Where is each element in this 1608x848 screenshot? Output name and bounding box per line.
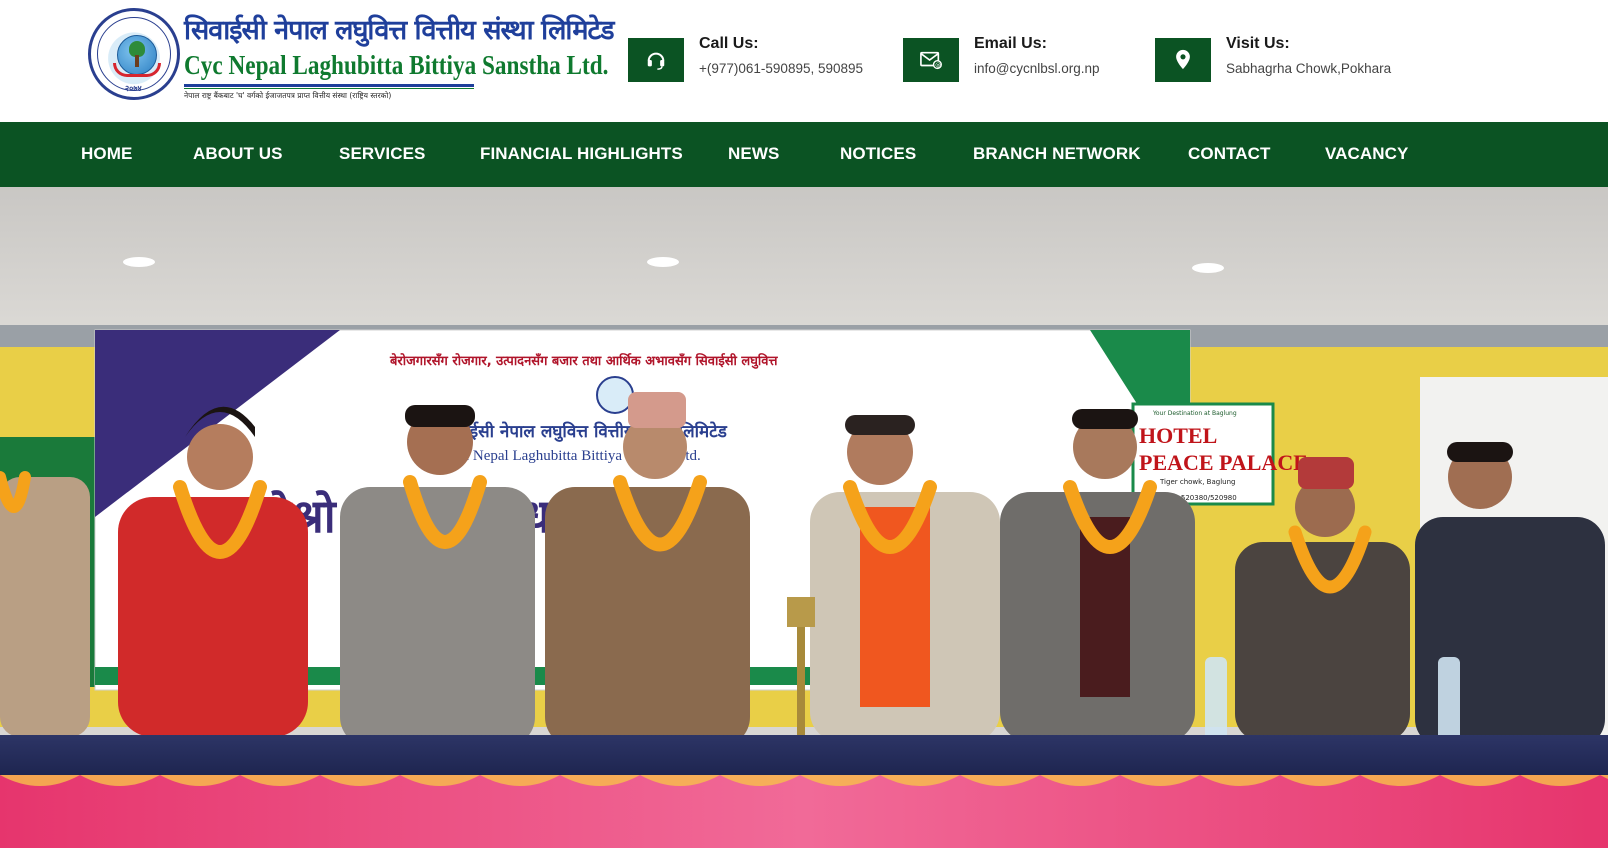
- nav-financial-highlights[interactable]: FINANCIAL HIGHLIGHTS: [480, 144, 683, 164]
- nav-branch-network[interactable]: BRANCH NETWORK: [973, 144, 1141, 164]
- hotel-sign-location: Tiger chowk, Baglung: [1159, 478, 1235, 486]
- banner-slogan: बेरोजगारसँग रोजगार, उत्पादनसँग बजार तथा …: [389, 353, 778, 369]
- logo-emblem-year: २०७४: [125, 84, 142, 93]
- location-pin-icon: [1155, 38, 1211, 82]
- contact-visit: Visit Us: Sabhagrha Chowk,Pokhara: [1155, 35, 1415, 82]
- nav-vacancy[interactable]: VACANCY: [1325, 144, 1409, 164]
- contact-email-title: Email Us:: [974, 35, 1047, 52]
- contact-visit-title: Visit Us:: [1226, 35, 1290, 52]
- envelope-icon: @: [903, 38, 959, 82]
- logo-name-english: Cyc Nepal Laghubitta Bittiya Sanstha Ltd…: [184, 50, 609, 80]
- hero-slider-image[interactable]: बेरोजगारसँग रोजगार, उत्पादनसँग बजार तथा …: [0, 187, 1608, 848]
- contact-call-title: Call Us:: [699, 35, 759, 52]
- hero-photo-illustration: बेरोजगारसँग रोजगार, उत्पादनसँग बजार तथा …: [0, 187, 1608, 848]
- nav-services[interactable]: SERVICES: [339, 144, 425, 164]
- nav-contact[interactable]: CONTACT: [1188, 144, 1271, 164]
- site-logo[interactable]: २०७४ सिवाईसी नेपाल लघुवित्त वित्तीय संस्…: [88, 8, 615, 108]
- nav-news[interactable]: NEWS: [728, 144, 779, 164]
- logo-name-nepali: सिवाईसी नेपाल लघुवित्त वित्तीय संस्था लि…: [184, 15, 615, 46]
- contact-email-value[interactable]: info@cycnlbsl.org.np: [974, 61, 1100, 76]
- main-nav: HOME ABOUT US SERVICES FINANCIAL HIGHLIG…: [0, 122, 1608, 187]
- headset-icon: [628, 38, 684, 82]
- hotel-sign-top: Your Destination at Baglung: [1152, 410, 1237, 417]
- svg-text:@: @: [935, 63, 941, 69]
- nav-notices[interactable]: NOTICES: [840, 144, 916, 164]
- logo-tagline: नेपाल राष्ट्र बैंकबाट 'घ' वर्गको ईजाजतपत…: [184, 91, 392, 100]
- contact-email: @ Email Us: info@cycnlbsl.org.np: [903, 35, 1143, 82]
- contact-call-value[interactable]: +(977)061-590895, 590895: [699, 61, 863, 76]
- contact-call: Call Us: +(977)061-590895, 590895: [628, 35, 888, 82]
- nav-home[interactable]: HOME: [81, 144, 132, 164]
- nav-about-us[interactable]: ABOUT US: [193, 144, 283, 164]
- contact-visit-value[interactable]: Sabhagrha Chowk,Pokhara: [1226, 61, 1391, 76]
- logo-emblem: २०७४: [88, 8, 180, 100]
- site-header: २०७४ सिवाईसी नेपाल लघुवित्त वित्तीय संस्…: [0, 0, 1608, 125]
- hotel-sign-name-1: HOTEL: [1139, 423, 1217, 448]
- hotel-sign-name-2: PEACE PALACE: [1139, 450, 1308, 475]
